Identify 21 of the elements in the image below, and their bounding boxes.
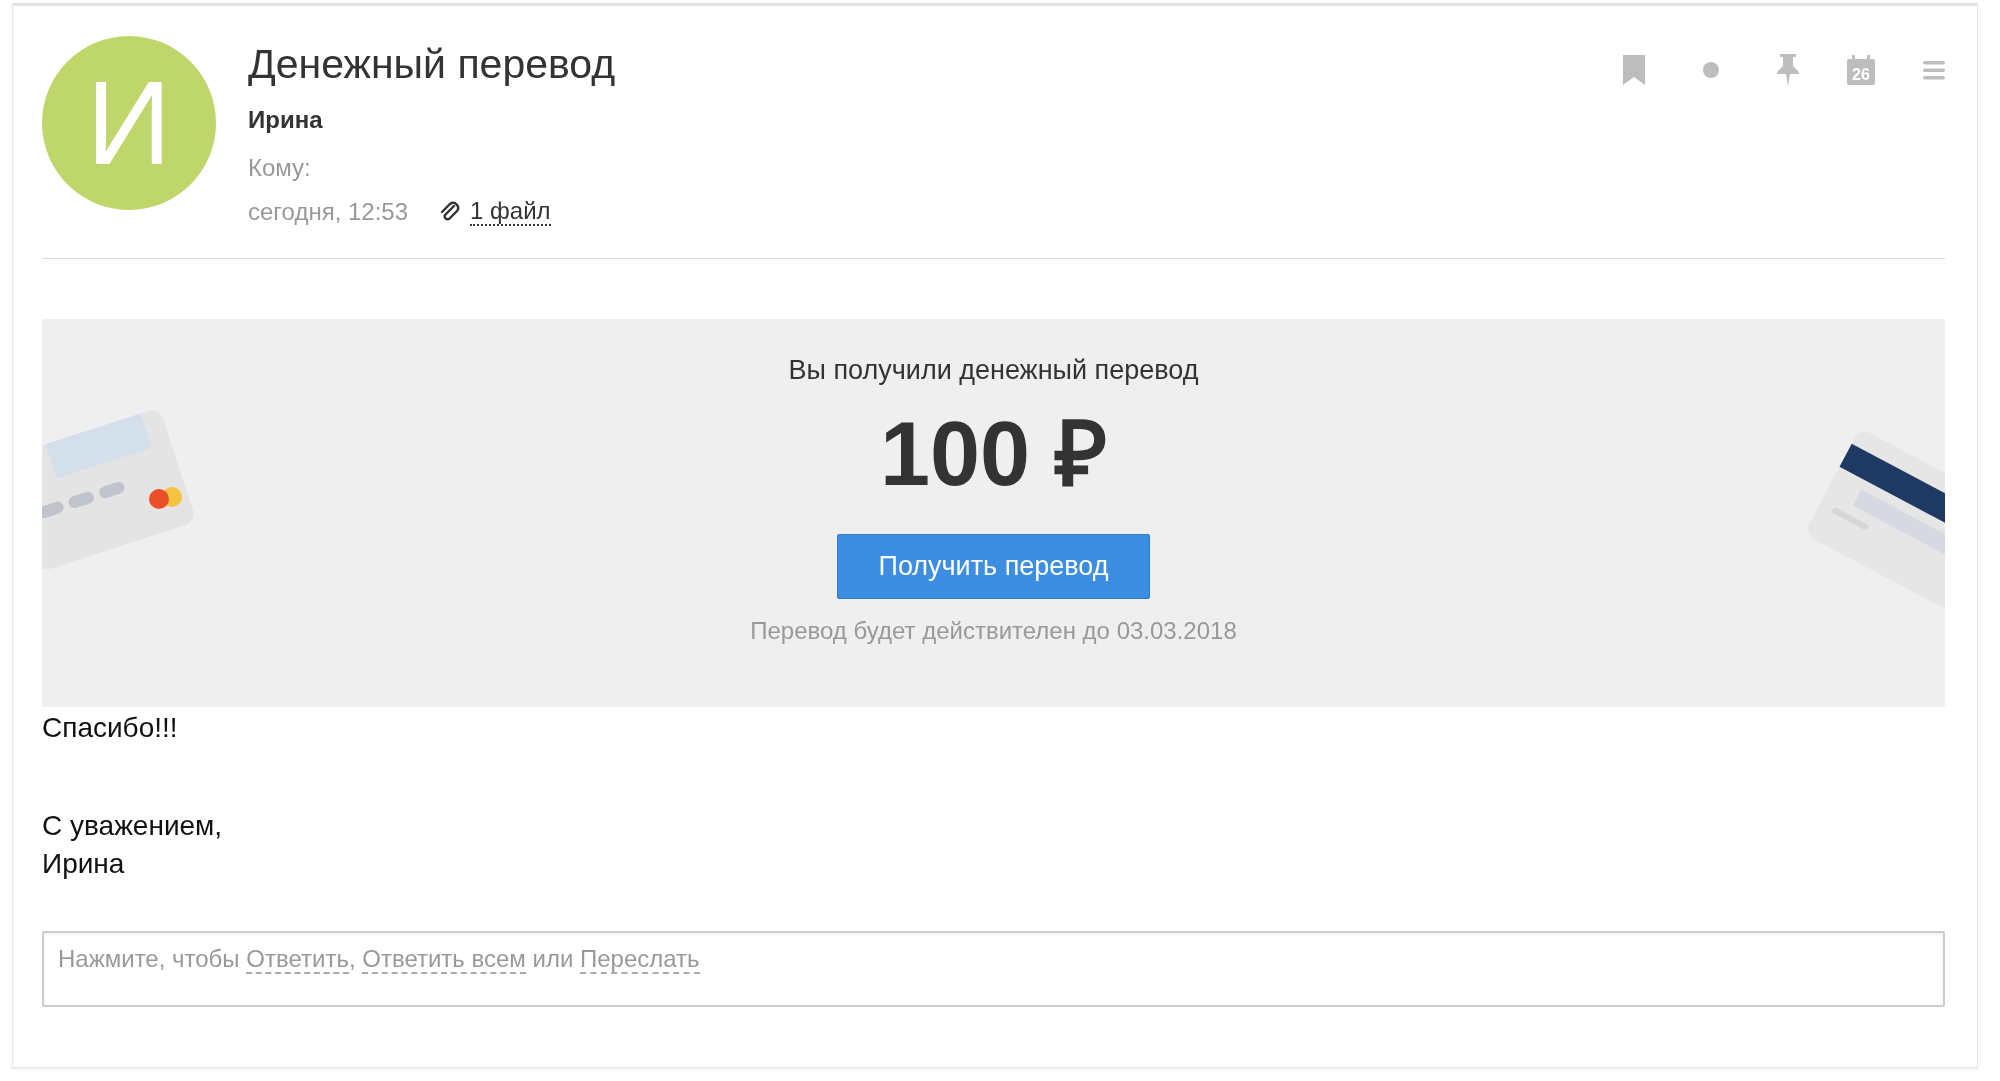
validity-note: Перевод будет действителен до 03.03.2018 — [750, 617, 1237, 645]
dot-icon[interactable] — [1703, 62, 1719, 78]
transfer-heading: Вы получили денежный перевод — [788, 355, 1199, 386]
bookmark-icon[interactable] — [1623, 55, 1645, 85]
pin-icon[interactable] — [1777, 54, 1799, 86]
message-date: сегодня, 12:53 — [248, 198, 409, 226]
reply-link[interactable]: Переслать — [580, 945, 700, 974]
body-paragraph: С уважением, Ирина — [42, 809, 224, 881]
reply-field[interactable]: Нажмите, чтобы Ответить, Ответить всем или Переслать — [42, 931, 1945, 1007]
reply-prompt: Нажмите, чтобы Ответить, Ответить всем или Переслать — [58, 945, 700, 974]
sender-name: Ирина — [248, 106, 324, 134]
message-subject: Денежный перевод — [248, 40, 616, 88]
menu-icon[interactable] — [1923, 60, 1945, 80]
reply-link[interactable]: Ответить — [246, 945, 349, 974]
attachments-link[interactable]: 1 файл — [470, 198, 551, 226]
body-paragraph: Спасибо!!! — [42, 711, 179, 745]
reply-link[interactable]: Ответить всем — [362, 945, 526, 974]
recipient-label: Кому: — [248, 154, 312, 182]
transfer-amount: 100 ₽ — [879, 404, 1108, 504]
receive-transfer-button[interactable]: Получить перевод — [837, 534, 1150, 599]
avatar: И — [42, 36, 216, 210]
